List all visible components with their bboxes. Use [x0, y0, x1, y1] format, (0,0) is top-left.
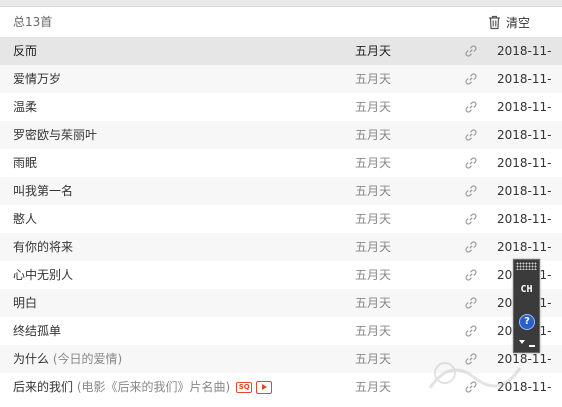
sq-badge-icon: SQ — [236, 382, 253, 393]
song-row[interactable]: 为什么 (今日的爱情) 五月天 2018-11- — [0, 345, 562, 373]
song-title-text: 罗密欧与茱丽叶 — [13, 128, 98, 142]
song-row[interactable]: 雨眠 五月天 2018-11- — [0, 149, 562, 177]
song-title-text: 爱情万岁 — [13, 72, 62, 86]
song-count: 总13首 — [13, 15, 53, 29]
quality-badges: SQ — [236, 381, 273, 394]
song-title[interactable]: 叫我第一名 — [13, 177, 73, 205]
song-title[interactable]: 后来的我们 (电影《后来的我们》片名曲) SQ — [13, 373, 273, 401]
song-title-text: 终结孤单 — [13, 324, 62, 338]
song-title[interactable]: 温柔 — [13, 93, 37, 121]
trash-icon — [488, 15, 501, 30]
link-icon[interactable] — [464, 352, 478, 366]
added-date: 2018-11- — [497, 240, 552, 254]
song-title-text: 憨人 — [13, 212, 38, 226]
link-icon[interactable] — [464, 212, 478, 226]
added-date: 2018-11- — [497, 44, 552, 58]
clear-label: 清空 — [506, 15, 531, 30]
song-artist[interactable]: 五月天 — [355, 121, 391, 149]
window-top-edge — [0, 0, 562, 7]
link-icon[interactable] — [464, 100, 478, 114]
minimize-icon[interactable] — [529, 345, 535, 347]
song-title-text: 叫我第一名 — [13, 184, 74, 198]
added-date: 2018-11- — [497, 380, 552, 394]
song-artist[interactable]: 五月天 — [355, 233, 391, 261]
song-row[interactable]: 叫我第一名 五月天 2018-11- — [0, 177, 562, 205]
link-icon[interactable] — [464, 324, 478, 338]
song-artist[interactable]: 五月天 — [355, 345, 391, 373]
added-date: 2018-11- — [497, 184, 552, 198]
song-title-text: 心中无别人 — [13, 268, 74, 282]
song-artist[interactable]: 五月天 — [355, 177, 391, 205]
song-row[interactable]: 明白五月天2018-11- — [0, 289, 562, 317]
playlist-header: 总13首 清空 — [0, 7, 562, 36]
link-icon[interactable] — [464, 184, 478, 198]
link-icon[interactable] — [464, 296, 478, 310]
song-artist[interactable]: 五月天 — [355, 261, 391, 289]
song-list: 反而 五月天 2018-11- 爱情万岁 五月天 2018-11- 温柔 五月天 2018-11… — [0, 37, 562, 401]
song-artist[interactable]: 五月天 — [355, 289, 391, 317]
added-date: 2018-11- — [497, 128, 552, 142]
song-title[interactable]: 有你的将来 — [13, 233, 73, 261]
song-title[interactable]: 罗密欧与茱丽叶 — [13, 121, 97, 149]
song-title-text: 反而 — [13, 44, 38, 58]
song-title-text: 明白 — [13, 296, 38, 310]
song-artist[interactable]: 五月天 — [355, 37, 391, 65]
link-icon[interactable] — [464, 44, 478, 58]
ime-toolbar[interactable]: CH ? — [513, 259, 540, 353]
added-date: 2018-11- — [497, 212, 552, 226]
song-title[interactable]: 反而 — [13, 37, 37, 65]
song-subtitle: (电影《后来的我们》片名曲) — [76, 380, 231, 394]
mv-play-icon[interactable] — [256, 381, 273, 394]
song-title-text: 后来的我们 — [13, 380, 74, 394]
song-artist[interactable]: 五月天 — [355, 205, 391, 233]
song-title[interactable]: 为什么 (今日的爱情) — [13, 345, 122, 373]
song-artist[interactable]: 五月天 — [355, 65, 391, 93]
song-title-text: 温柔 — [13, 100, 38, 114]
added-date: 2018-11- — [497, 100, 552, 114]
link-icon[interactable] — [464, 240, 478, 254]
song-row[interactable]: 憨人 五月天 2018-11- — [0, 205, 562, 233]
link-icon[interactable] — [464, 156, 478, 170]
help-icon[interactable]: ? — [519, 314, 535, 330]
song-title-text: 有你的将来 — [13, 240, 74, 254]
song-title[interactable]: 心中无别人 — [13, 261, 73, 289]
song-artist[interactable]: 五月天 — [355, 149, 391, 177]
song-title[interactable]: 憨人 — [13, 205, 37, 233]
song-artist[interactable]: 五月天 — [355, 93, 391, 121]
link-icon[interactable] — [464, 72, 478, 86]
song-artist[interactable]: 五月天 — [355, 373, 391, 401]
link-icon[interactable] — [464, 380, 478, 394]
song-title-text: 为什么 — [13, 352, 50, 366]
song-subtitle: (今日的爱情) — [52, 352, 123, 366]
song-artist[interactable]: 五月天 — [355, 317, 391, 345]
song-row[interactable]: 反而 五月天 2018-11- — [0, 37, 562, 65]
drag-handle[interactable] — [516, 262, 537, 270]
song-title[interactable]: 终结孤单 — [13, 317, 61, 345]
song-title[interactable]: 雨眠 — [13, 149, 37, 177]
song-row[interactable]: 有你的将来 五月天 2018-11- — [0, 233, 562, 261]
song-row[interactable]: 温柔 五月天 2018-11- — [0, 93, 562, 121]
song-title[interactable]: 明白 — [13, 289, 37, 317]
song-row[interactable]: 后来的我们 (电影《后来的我们》片名曲) SQ 五月天 2018-11- — [0, 373, 562, 401]
song-row[interactable]: 心中无别人五月天2018-11- — [0, 261, 562, 289]
link-icon[interactable] — [464, 268, 478, 282]
added-date: 2018-11- — [497, 72, 552, 86]
link-icon[interactable] — [464, 128, 478, 142]
song-title[interactable]: 爱情万岁 — [13, 65, 61, 93]
ime-language-indicator[interactable]: CH — [514, 284, 539, 295]
added-date: 2018-11- — [497, 156, 552, 170]
song-row[interactable]: 爱情万岁 五月天 2018-11- — [0, 65, 562, 93]
menu-arrow-icon[interactable] — [519, 340, 525, 344]
song-row[interactable]: 终结孤单五月天2018-11- — [0, 317, 562, 345]
clear-button[interactable]: 清空 — [488, 12, 530, 32]
song-row[interactable]: 罗密欧与茱丽叶 五月天 2018-11- — [0, 121, 562, 149]
song-title-text: 雨眠 — [13, 156, 38, 170]
